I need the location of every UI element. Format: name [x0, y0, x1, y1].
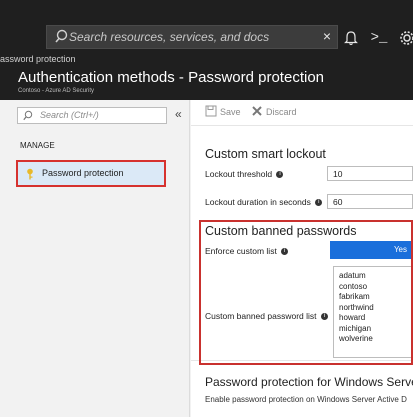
key-icon	[27, 168, 33, 180]
windows-server-description: Enable password protection on Windows Se…	[205, 395, 407, 404]
page-subtitle: Contoso - Azure AD Security	[18, 88, 95, 94]
smart-lockout-heading: Custom smart lockout	[205, 147, 326, 161]
menu-search-input[interactable]: Search (Ctrl+/)	[17, 107, 167, 124]
menu-section-manage: MANAGE	[20, 141, 55, 150]
highlight-box	[199, 220, 413, 365]
top-bar: Search resources, services, and docs × >…	[0, 0, 413, 52]
windows-server-heading: Password protection for Windows Server A	[205, 375, 413, 389]
save-button[interactable]: Save	[220, 107, 241, 117]
lockout-threshold-text: Lockout threshold	[205, 169, 273, 179]
info-icon[interactable]: i	[276, 171, 284, 179]
discard-icon	[252, 106, 262, 116]
lockout-duration-label: Lockout duration in seconds i	[205, 197, 323, 207]
lockout-threshold-input[interactable]: 10	[327, 166, 413, 181]
bell-icon[interactable]	[340, 27, 362, 49]
search-icon	[23, 110, 33, 121]
page-title: Authentication methods - Password protec…	[18, 69, 324, 86]
lockout-duration-text: Lockout duration in seconds	[205, 197, 311, 207]
save-icon	[205, 105, 217, 117]
breadcrumb[interactable]: assword protection	[0, 52, 413, 66]
lockout-threshold-label: Lockout threshold i	[205, 169, 284, 179]
gear-icon[interactable]	[396, 27, 413, 49]
global-search-box[interactable]: Search resources, services, and docs ×	[46, 25, 338, 49]
cloud-shell-icon[interactable]: >_	[368, 27, 390, 49]
sidebar-item-password-protection[interactable]: Password protection	[16, 160, 166, 187]
info-icon[interactable]: i	[315, 199, 323, 207]
menu-search-placeholder: Search (Ctrl+/)	[40, 110, 99, 120]
sidebar-item-label: Password protection	[42, 168, 124, 178]
collapse-menu-icon[interactable]: «	[175, 107, 182, 121]
clear-search-icon[interactable]: ×	[323, 28, 331, 44]
global-search-placeholder: Search resources, services, and docs	[69, 30, 270, 44]
lockout-duration-input[interactable]: 60	[327, 194, 413, 209]
blade-menu: Search (Ctrl+/) « MANAGE Password protec…	[0, 100, 190, 417]
discard-button[interactable]: Discard	[266, 107, 297, 117]
command-bar: Save Discard	[191, 100, 413, 126]
blade-header: Authentication methods - Password protec…	[0, 66, 413, 100]
